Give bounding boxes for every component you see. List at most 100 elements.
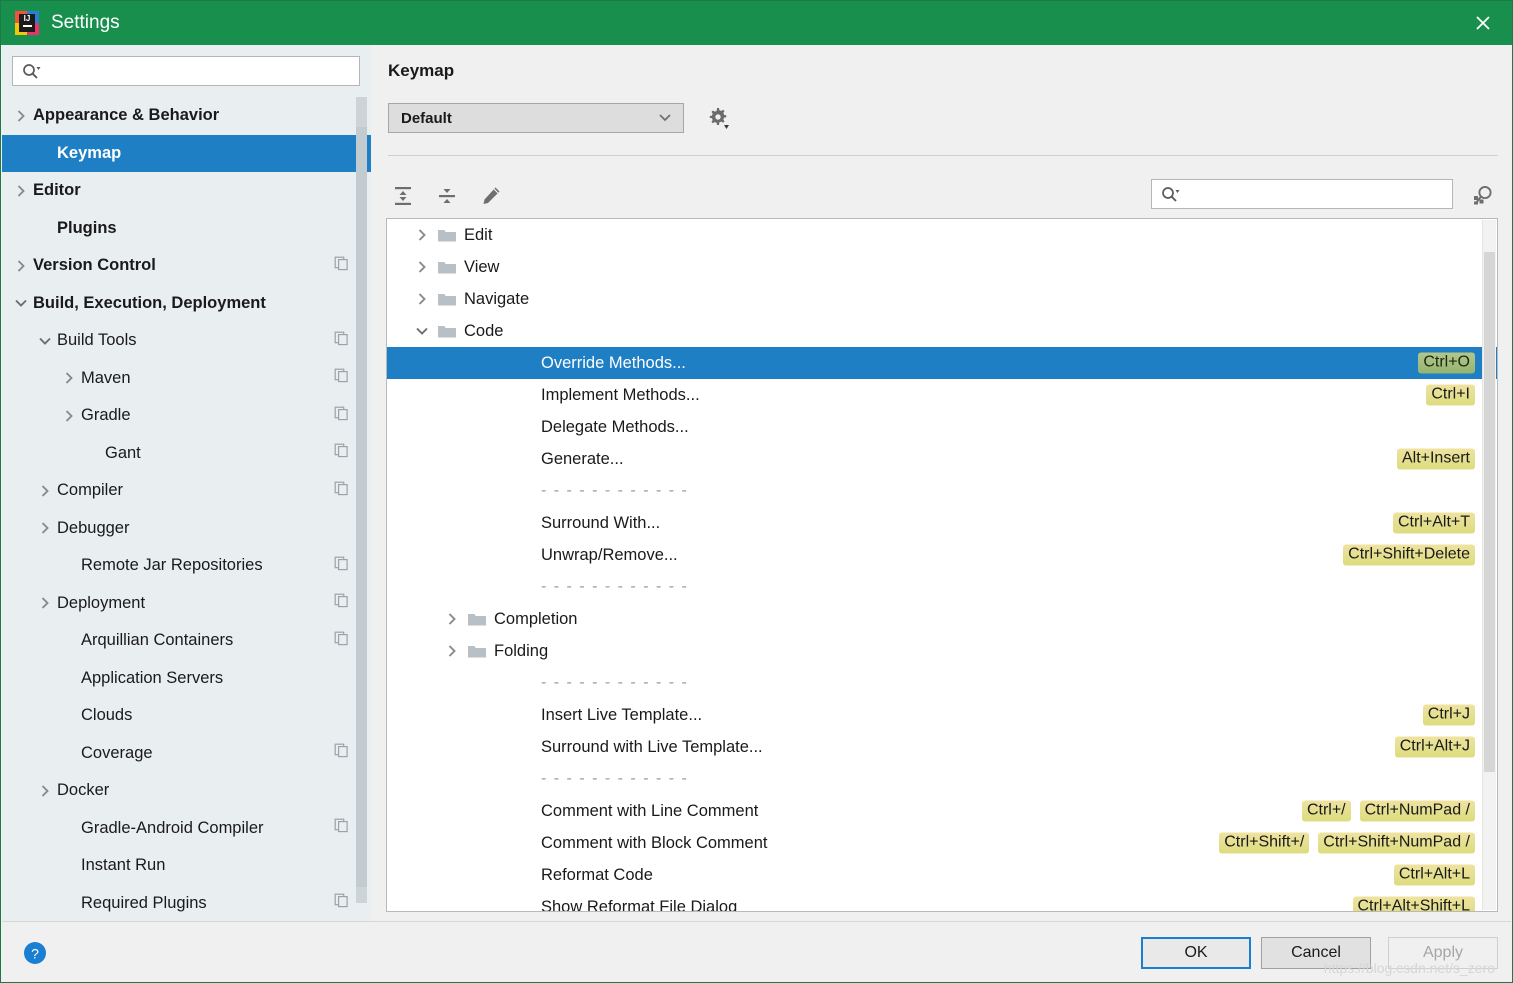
chevron-down-icon[interactable] xyxy=(14,297,28,309)
keymap-row-show-reformat-file-dialog[interactable]: Show Reformat File DialogCtrl+Alt+Shift+… xyxy=(387,891,1497,912)
chevron-right-icon[interactable] xyxy=(62,409,76,423)
keymap-row-view[interactable]: View xyxy=(387,251,1497,283)
sidebar-item-coverage[interactable]: Coverage xyxy=(2,735,371,773)
sidebar-scrollbar[interactable] xyxy=(356,97,367,903)
sidebar-item-label: Gant xyxy=(105,444,141,463)
sidebar-search-box[interactable] xyxy=(12,56,360,86)
keymap-row-comment-with-block-comment[interactable]: Comment with Block CommentCtrl+Shift+/Ct… xyxy=(387,827,1497,859)
sidebar-item-appearance-behavior[interactable]: Appearance & Behavior xyxy=(2,97,371,135)
help-icon[interactable]: ? xyxy=(22,940,48,966)
sidebar-item-label: Instant Run xyxy=(81,856,165,875)
chevron-right-icon[interactable] xyxy=(38,784,52,798)
edit-pencil-icon[interactable] xyxy=(476,181,506,211)
sidebar-item-editor[interactable]: Editor xyxy=(2,172,371,210)
sidebar-item-arquillian-containers[interactable]: Arquillian Containers xyxy=(2,622,371,660)
sidebar-item-debugger[interactable]: Debugger xyxy=(2,510,371,548)
folder-icon xyxy=(437,291,457,307)
chevron-right-icon[interactable] xyxy=(443,612,461,626)
chevron-down-icon[interactable] xyxy=(38,335,52,347)
keymap-row-completion[interactable]: Completion xyxy=(387,603,1497,635)
keymap-action-label: View xyxy=(464,258,499,277)
sidebar-item-deployment[interactable]: Deployment xyxy=(2,585,371,623)
sidebar-item-required-plugins[interactable]: Required Plugins xyxy=(2,885,371,922)
sidebar-item-clouds[interactable]: Clouds xyxy=(2,697,371,735)
sidebar-item-label: Coverage xyxy=(81,744,153,763)
sidebar-scrollbar-thumb[interactable] xyxy=(356,127,367,887)
sidebar-item-compiler[interactable]: Compiler xyxy=(2,472,371,510)
keymap-filter-input[interactable] xyxy=(1184,185,1452,203)
apply-button: Apply xyxy=(1388,937,1498,969)
find-by-shortcut-icon[interactable] xyxy=(1468,180,1498,210)
project-settings-icon xyxy=(334,406,349,426)
keymap-filter-box[interactable] xyxy=(1151,179,1453,209)
title-bar: IJ Settings xyxy=(1,1,1513,45)
keymap-row-folding[interactable]: Folding xyxy=(387,635,1497,667)
keymap-row-insert-live-template[interactable]: Insert Live Template... Ctrl+J xyxy=(387,699,1497,731)
sidebar-item-keymap[interactable]: Keymap xyxy=(2,135,371,173)
cancel-button[interactable]: Cancel xyxy=(1261,937,1371,969)
shortcut-badge: Ctrl+J xyxy=(1423,705,1475,726)
chevron-right-icon[interactable] xyxy=(413,260,431,274)
chevron-right-icon[interactable] xyxy=(14,184,28,198)
keymap-row-comment-with-line-comment[interactable]: Comment with Line CommentCtrl+/Ctrl+NumP… xyxy=(387,795,1497,827)
chevron-down-icon[interactable] xyxy=(413,325,431,337)
keymap-tree-scrollbar-thumb[interactable] xyxy=(1484,252,1495,772)
keymap-action-label: Override Methods... xyxy=(541,354,686,373)
sidebar-item-gradle[interactable]: Gradle xyxy=(2,397,371,435)
keymap-action-label: Insert Live Template... xyxy=(541,706,702,725)
chevron-right-icon[interactable] xyxy=(413,228,431,242)
sidebar-search-input[interactable] xyxy=(45,62,359,80)
keymap-row-override-methods[interactable]: Override Methods... Ctrl+O xyxy=(387,347,1497,379)
chevron-right-icon[interactable] xyxy=(443,644,461,658)
sidebar-item-remote-jar-repositories[interactable]: Remote Jar Repositories xyxy=(2,547,371,585)
keymap-row-implement-methods[interactable]: Implement Methods...Ctrl+I xyxy=(387,379,1497,411)
sidebar-item-docker[interactable]: Docker xyxy=(2,772,371,810)
sidebar-item-label: Build, Execution, Deployment xyxy=(33,294,266,313)
sidebar-item-instant-run[interactable]: Instant Run xyxy=(2,847,371,885)
sidebar-item-label: Compiler xyxy=(57,481,123,500)
chevron-right-icon[interactable] xyxy=(62,371,76,385)
sidebar-item-build-execution-deployment[interactable]: Build, Execution, Deployment xyxy=(2,285,371,323)
shortcut-badges: Alt+Insert xyxy=(1397,449,1475,470)
chevron-right-icon[interactable] xyxy=(38,596,52,610)
chevron-right-icon[interactable] xyxy=(14,109,28,123)
sidebar-item-gradle-android-compiler[interactable]: Gradle-Android Compiler xyxy=(2,810,371,848)
expand-all-icon[interactable] xyxy=(388,181,418,211)
keymap-row-surround-with-live-template[interactable]: Surround with Live Template... Ctrl+Alt+J xyxy=(387,731,1497,763)
collapse-all-icon[interactable] xyxy=(432,181,462,211)
shortcut-badge: Ctrl+O xyxy=(1418,353,1475,374)
sidebar-item-label: Arquillian Containers xyxy=(81,631,233,650)
keymap-tree-scrollbar[interactable] xyxy=(1482,220,1496,910)
keymap-row-surround-with[interactable]: Surround With...Ctrl+Alt+T xyxy=(387,507,1497,539)
keymap-row-reformat-code[interactable]: Reformat CodeCtrl+Alt+L xyxy=(387,859,1497,891)
keymap-action-label: Implement Methods... xyxy=(541,386,700,405)
keymap-row-generate[interactable]: Generate...Alt+Insert xyxy=(387,443,1497,475)
chevron-right-icon[interactable] xyxy=(413,292,431,306)
keymap-row-delegate-methods[interactable]: Delegate Methods... xyxy=(387,411,1497,443)
separator-line: - - - - - - - - - - - - xyxy=(541,674,688,692)
sidebar-item-gant[interactable]: Gant xyxy=(2,435,371,473)
sidebar-item-application-servers[interactable]: Application Servers xyxy=(2,660,371,698)
keymap-row-edit[interactable]: Edit xyxy=(387,219,1497,251)
close-icon[interactable] xyxy=(1452,1,1513,45)
sidebar-item-maven[interactable]: Maven xyxy=(2,360,371,398)
logo-text: IJ xyxy=(24,14,31,23)
shortcut-badge: Ctrl+Shift+Delete xyxy=(1343,545,1475,566)
keymap-profile-select[interactable]: Default xyxy=(388,103,684,133)
sidebar-item-plugins[interactable]: Plugins xyxy=(2,210,371,248)
gear-icon[interactable] xyxy=(701,101,735,135)
window-title: Settings xyxy=(51,12,120,34)
shortcut-badges: Ctrl+Alt+J xyxy=(1395,737,1475,758)
chevron-right-icon[interactable] xyxy=(38,521,52,535)
ok-button[interactable]: OK xyxy=(1141,937,1251,969)
chevron-right-icon[interactable] xyxy=(38,484,52,498)
chevron-right-icon[interactable] xyxy=(14,259,28,273)
keymap-action-label: Surround with Live Template... xyxy=(541,738,763,757)
keymap-row-unwrap-remove[interactable]: Unwrap/Remove...Ctrl+Shift+Delete xyxy=(387,539,1497,571)
project-settings-icon xyxy=(334,481,349,501)
sidebar-item-build-tools[interactable]: Build Tools xyxy=(2,322,371,360)
keymap-row-navigate[interactable]: Navigate xyxy=(387,283,1497,315)
keymap-row-code[interactable]: Code xyxy=(387,315,1497,347)
sidebar-item-version-control[interactable]: Version Control xyxy=(2,247,371,285)
shortcut-badge: Ctrl+Shift+/ xyxy=(1219,833,1309,854)
